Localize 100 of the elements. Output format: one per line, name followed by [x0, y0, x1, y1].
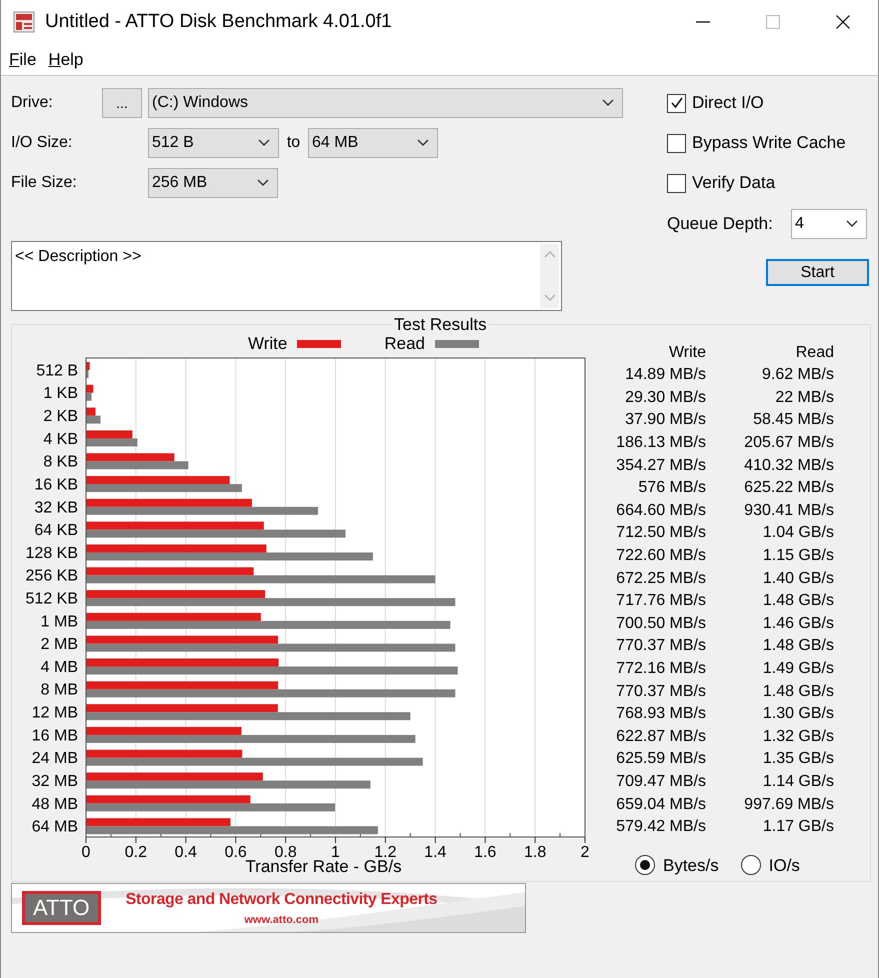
table-cell-text: 37.90 MB/s: [624, 410, 706, 430]
table-cell-text: 700.50 MB/s: [615, 614, 706, 634]
table-cell-text: 712.50 MB/s: [615, 523, 706, 544]
axis-label: 512 B: [36, 362, 78, 380]
table-cell-text: 1.35 GB/s: [762, 749, 834, 770]
axis-label: 24 MB: [32, 750, 78, 768]
field-label: Queue Depth:: [667, 213, 774, 236]
file-size-dropdown[interactable]: 256 MB: [148, 168, 278, 198]
checkbox[interactable]: [667, 94, 686, 112]
table-cell-text: 997.69 MB/s: [743, 794, 834, 815]
table-cell-text: 930.41 MB/s: [743, 500, 834, 521]
axis-label: 256 KB: [26, 568, 78, 585]
axis-label: 2 KB: [43, 408, 78, 426]
io-size-dropdown[interactable]: 64 MB: [308, 128, 438, 158]
table-cell-text: 9.62 MB/s: [760, 365, 834, 386]
browse-button[interactable]: ...: [102, 88, 142, 118]
table-cell-text: 770.37 MB/s: [615, 636, 706, 656]
chevron-icon: [257, 179, 269, 187]
table-cell-text: 659.04 MB/s: [615, 794, 706, 815]
minimize-icon: [696, 21, 710, 23]
tick-label: 0.6: [224, 844, 247, 861]
table-cell-text: 14.89 MB/s: [624, 365, 706, 386]
table-cell-text: 622.87 MB/s: [615, 726, 706, 747]
table-cell-text: 576 MB/s: [637, 478, 706, 498]
field-label: I/O Size:: [11, 133, 74, 153]
menu-item[interactable]: Help: [47, 46, 84, 72]
legend-label: Write: [248, 333, 288, 356]
start-button[interactable]: Start: [766, 259, 869, 286]
io-size-dropdown[interactable]: 512 B: [148, 128, 279, 158]
table-cell-text: 205.67 MB/s: [743, 433, 834, 454]
axis-label: 2 MB: [40, 636, 78, 654]
radio-button[interactable]: [740, 855, 761, 876]
axis-label: 64 MB: [32, 818, 78, 836]
table-cell-text: 1.49 GB/s: [762, 659, 834, 680]
checkbox[interactable]: [667, 134, 686, 152]
scroll-down-icon: [544, 294, 556, 302]
axis-label: 32 MB: [32, 772, 78, 790]
chevron-icon: [846, 220, 858, 228]
drive-dropdown[interactable]: (C:) Windows: [148, 88, 623, 118]
radio-label[interactable]: Bytes/s: [663, 852, 719, 878]
table-cell-text: 186.13 MB/s: [615, 433, 706, 454]
table-cell-text: 410.32 MB/s: [743, 456, 834, 476]
field-label: to: [286, 133, 302, 153]
table-cell-text: 717.76 MB/s: [615, 591, 706, 612]
checkbox-label[interactable]: Bypass Write Cache: [692, 130, 846, 156]
chevron-icon: [602, 99, 614, 107]
table-cell-text: 1.32 GB/s: [762, 726, 834, 747]
checkbox[interactable]: [667, 174, 686, 192]
axis-label: 64 KB: [34, 522, 78, 540]
table-cell-text: 722.60 MB/s: [615, 546, 706, 566]
axis-label: 16 MB: [32, 727, 78, 744]
tick-label: 1.4: [424, 844, 446, 861]
axis-label: 512 KB: [26, 590, 78, 608]
table-cell-text: 664.60 MB/s: [615, 500, 706, 521]
table-cell-text: 1.15 GB/s: [762, 546, 834, 566]
queue-depth-dropdown[interactable]: 4: [791, 209, 867, 239]
app-icon: [13, 11, 35, 33]
table-cell-text: 1.46 GB/s: [762, 614, 834, 634]
chevron-icon: [258, 139, 270, 147]
tick-label: 0.4: [174, 844, 197, 861]
table-cell-text: 1.04 GB/s: [762, 523, 834, 544]
table-cell-text: 1.30 GB/s: [762, 704, 834, 724]
table-cell-text: 58.45 MB/s: [752, 410, 834, 430]
axis-label: 8 KB: [43, 454, 78, 471]
column-header: Read: [794, 342, 834, 362]
tick-label: 1.8: [524, 844, 546, 861]
scroll-up-icon: [544, 250, 556, 258]
maximize-icon: [766, 15, 780, 29]
axis-label: 4 MB: [40, 658, 78, 676]
axis-label: 1 KB: [43, 385, 78, 402]
write-bar: [86, 362, 90, 370]
read-bar: [86, 392, 92, 401]
radio-label[interactable]: IO/s: [768, 852, 800, 878]
legend-label: Read: [384, 333, 425, 356]
axis-label: 1 MB: [40, 613, 78, 630]
table-cell-text: 22 MB/s: [774, 388, 834, 408]
tick-label: 2: [580, 844, 590, 861]
table-cell-text: 1.48 GB/s: [762, 636, 834, 656]
table-cell-text: 625.59 MB/s: [615, 749, 706, 770]
field-label: File Size:: [11, 173, 78, 193]
table-cell-text: 672.25 MB/s: [615, 568, 706, 589]
radio-button[interactable]: [635, 855, 655, 876]
table-cell-text: 29.30 MB/s: [624, 388, 706, 408]
description-field[interactable]: << Description >>: [11, 241, 562, 311]
close-icon: [836, 15, 850, 29]
axis-label: 8 MB: [40, 682, 78, 699]
table-cell-text: 770.37 MB/s: [615, 682, 706, 702]
table-cell-text: 1.48 GB/s: [762, 591, 834, 612]
column-header: Write: [668, 342, 706, 362]
table-cell-text: 1.40 GB/s: [762, 568, 834, 589]
chevron-icon: [417, 139, 429, 147]
checkbox-label[interactable]: Verify Data: [692, 170, 776, 196]
axis-label: 12 MB: [32, 704, 78, 722]
field-label: Drive:: [11, 93, 54, 113]
menu-item[interactable]: File: [8, 46, 38, 72]
read-bar: [86, 416, 100, 424]
axis-label: 16 KB: [34, 476, 78, 494]
table-cell-text: 354.27 MB/s: [615, 456, 706, 476]
table-cell-text: 772.16 MB/s: [615, 659, 706, 680]
checkbox-label[interactable]: Direct I/O: [692, 90, 764, 116]
